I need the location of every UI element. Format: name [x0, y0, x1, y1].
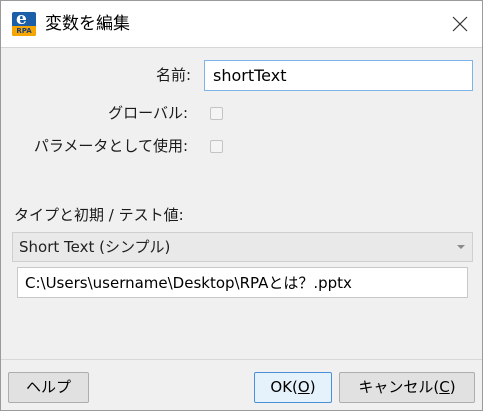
dialog-title: 変数を編集: [45, 14, 130, 34]
initial-value-input[interactable]: [17, 267, 468, 298]
app-logo-icon: e RPA: [12, 12, 36, 36]
use-as-parameter-checkbox[interactable]: [210, 140, 223, 153]
type-and-initial-value-label: タイプと初期 / テスト値:: [14, 206, 184, 224]
app-logo-subtext: RPA: [12, 26, 36, 36]
title-separator: [1, 47, 482, 48]
close-button[interactable]: [439, 1, 482, 47]
ok-accelerator: O: [297, 378, 310, 396]
ok-button[interactable]: OK(O): [254, 372, 332, 403]
cancel-button[interactable]: キャンセル(C): [339, 372, 475, 403]
dropdown-arrow-icon: [457, 245, 465, 249]
type-select-value: Short Text (シンプル): [19, 238, 171, 256]
cancel-label-end: ): [449, 378, 456, 396]
name-label: 名前:: [155, 66, 191, 84]
footer-separator: [1, 359, 482, 360]
cancel-label: キャンセル(: [358, 378, 440, 396]
type-select[interactable]: Short Text (シンプル): [12, 232, 473, 262]
title-bar: e RPA 変数を編集: [1, 1, 482, 47]
cancel-accelerator: C: [439, 378, 450, 396]
global-label: グローバル:: [108, 104, 188, 122]
edit-variable-dialog: e RPA 変数を編集 名前: グローバル: パラメータとして使用: タイプと初…: [0, 0, 483, 411]
name-input[interactable]: [204, 60, 473, 91]
close-icon: [452, 16, 468, 32]
global-checkbox[interactable]: [210, 107, 223, 120]
ok-label-end: ): [309, 378, 316, 396]
help-button[interactable]: ヘルプ: [8, 372, 89, 403]
use-as-parameter-label: パラメータとして使用:: [33, 137, 188, 155]
ok-label: OK(: [270, 378, 298, 396]
